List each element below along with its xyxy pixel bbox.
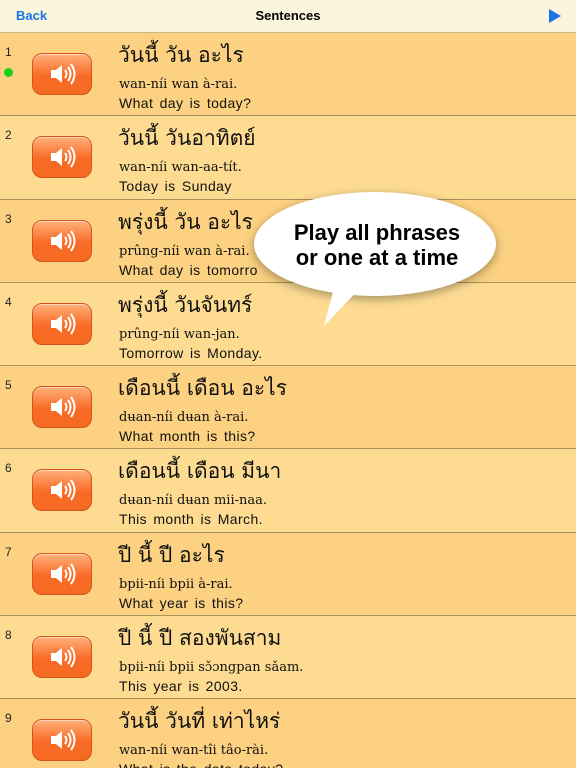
transliteration: prûng-níi wan à-rai. — [119, 243, 250, 259]
english-translation: What month is this? — [119, 428, 256, 445]
speaker-icon — [51, 563, 76, 585]
thai-phrase: ปี นี้ ปี สองพันสาม — [118, 626, 282, 651]
sentence-row[interactable]: 4 พรุ่งนี้ วันจันทร์ prûng-níi wan-jan. Tom… — [0, 282, 576, 367]
play-phrase-button[interactable] — [32, 469, 92, 512]
english-translation: This year is 2003. — [119, 678, 243, 695]
sentence-row[interactable]: 6 เดือนนี้ เดือน มีนา dʉan-níi dʉan mii-na… — [0, 449, 576, 533]
thai-phrase: เดือนนี้ เดือน อะไร — [118, 376, 288, 401]
speech-bubble-tail — [324, 280, 364, 326]
row-number: 1 — [5, 45, 12, 59]
row-number: 5 — [5, 378, 12, 393]
transliteration: dʉan-níi dʉan à-rai. — [119, 410, 249, 426]
english-translation: What is the date today? — [119, 761, 283, 768]
row-number: 8 — [5, 628, 12, 643]
sentence-row[interactable]: 1 วันนี้ วัน อะไร wan-níi wan à-rai. What d… — [0, 33, 576, 117]
sentence-row[interactable]: 9 วันนี้ วันที่ เท่าไหร่ wan-níi wan-tîi t… — [0, 699, 576, 768]
navigation-bar: Back Sentences — [0, 0, 576, 33]
row-number: 2 — [5, 128, 12, 143]
play-all-button[interactable] — [548, 9, 562, 23]
row-number: 3 — [5, 211, 12, 226]
english-translation: What day is today? — [119, 95, 252, 111]
row-number: 4 — [5, 294, 12, 309]
transliteration: dʉan-níi dʉan mii-naa. — [119, 493, 268, 509]
played-indicator — [4, 68, 13, 77]
transliteration: bpii-níi bpii à-rai. — [119, 576, 233, 592]
thai-phrase: พรุ่งนี้ วันจันทร์ — [118, 292, 253, 317]
speaker-icon — [51, 63, 76, 85]
sentence-list: 1 วันนี้ วัน อะไร wan-níi wan à-rai. What d… — [0, 33, 576, 768]
play-icon — [549, 9, 561, 23]
transliteration: prûng-níi wan-jan. — [119, 326, 240, 342]
play-phrase-button[interactable] — [32, 219, 92, 262]
transliteration: wan-níi wan à-rai. — [119, 77, 238, 92]
play-phrase-button[interactable] — [32, 552, 92, 595]
speaker-icon — [51, 646, 76, 668]
english-translation: Today is Sunday — [119, 178, 232, 195]
thai-phrase: วันนี้ วันที่ เท่าไหร่ — [118, 709, 281, 734]
sentence-row[interactable]: 7 ปี นี้ ปี อะไร bpii-níi bpii à-rai. What … — [0, 532, 576, 617]
transliteration: bpii-níi bpii sɔ̌ɔngpan sǎam. — [119, 660, 304, 676]
speaker-icon — [51, 146, 76, 168]
bubble-line-1: Play all phrases — [293, 220, 461, 245]
english-translation: This month is March. — [119, 511, 263, 528]
english-translation: What day is tomorro — [119, 261, 258, 278]
speaker-icon — [51, 729, 76, 751]
speaker-icon — [51, 396, 76, 418]
thai-phrase: วันนี้ วันอาทิตย์ — [118, 126, 256, 151]
thai-phrase: เดือนนี้ เดือน มีนา — [118, 459, 282, 484]
play-phrase-button[interactable] — [32, 636, 92, 679]
row-number: 6 — [5, 461, 12, 476]
play-phrase-button[interactable] — [32, 136, 92, 179]
speaker-icon — [51, 479, 76, 502]
sentence-row[interactable]: 8 ปี นี้ ปี สองพันสาม bpii-níi bpii sɔ̌ɔng… — [0, 616, 576, 700]
bubble-line-2: or one at a time — [295, 245, 459, 270]
speech-bubble-text: Play all phrases or one at a time — [254, 220, 500, 270]
play-phrase-button[interactable] — [32, 53, 92, 95]
play-phrase-button[interactable] — [32, 719, 92, 762]
play-phrase-button[interactable] — [32, 386, 92, 429]
speaker-icon — [51, 230, 76, 252]
row-number: 9 — [5, 711, 12, 726]
sentence-row[interactable]: 5 เดือนนี้ เดือน อะไร dʉan-níi dʉan à-rai.… — [0, 366, 576, 450]
english-translation: What year is this? — [119, 594, 244, 611]
english-translation: Tomorrow is Monday. — [119, 344, 263, 361]
play-phrase-button[interactable] — [32, 302, 92, 345]
thai-phrase: วันนี้ วัน อะไร — [118, 43, 244, 67]
page-title: Sentences — [255, 8, 321, 23]
thai-phrase: ปี นี้ ปี อะไร — [118, 542, 225, 567]
row-number: 7 — [5, 544, 12, 559]
transliteration: wan-níi wan-tîi tâo-rài. — [119, 743, 269, 759]
transliteration: wan-níi wan-aa-tít. — [119, 160, 242, 176]
sentence-row[interactable]: 2 วันนี้ วันอาทิตย์ wan-níi wan-aa-tít. Tod… — [0, 116, 576, 200]
speaker-icon — [51, 313, 76, 335]
thai-phrase: พรุ่งนี้ วัน อะไร — [118, 209, 253, 234]
